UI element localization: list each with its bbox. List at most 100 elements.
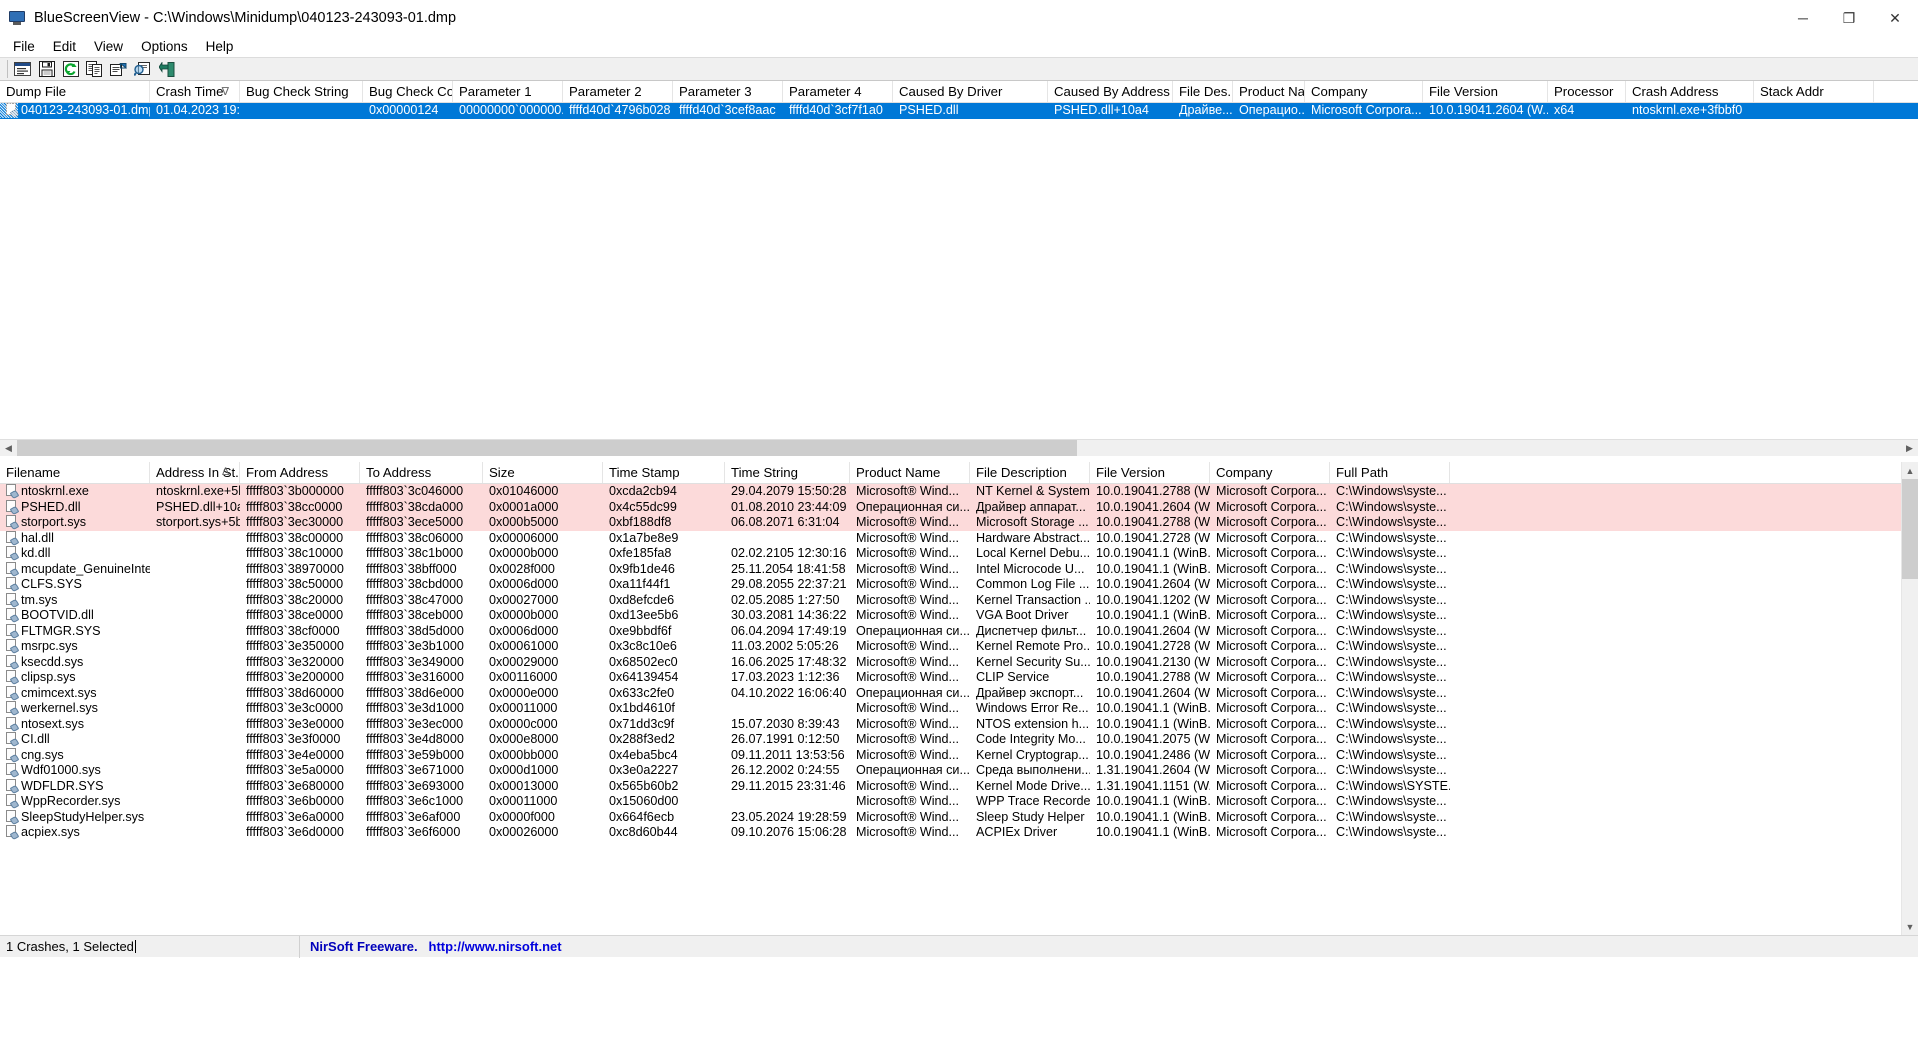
crash-col-5[interactable]: Parameter 2	[563, 81, 673, 102]
driver-row[interactable]: mcupdate_GenuineIntel.dll fffff803`389700…	[0, 561, 1906, 578]
crash-col-13[interactable]: File Version	[1423, 81, 1548, 102]
cell-text: Microsoft Corpora...	[1216, 825, 1327, 839]
crash-list-hscrollbar[interactable]: ◀ ▶	[0, 439, 1918, 456]
driver-col-1[interactable]: Address In St... ∆	[150, 462, 240, 483]
crash-col-1[interactable]: Crash Time ∇	[150, 81, 240, 102]
driver-col-0[interactable]: Filename	[0, 462, 150, 483]
driver-row[interactable]: CI.dll fffff803`3e3f0000 fffff803`3e4d8000…	[0, 732, 1906, 748]
driver-row[interactable]: ksecdd.sys fffff803`3e320000 fffff803`3e34…	[0, 654, 1906, 671]
crash-col-0[interactable]: Dump File	[0, 81, 150, 102]
driver-row[interactable]: WDFLDR.SYS fffff803`3e680000 fffff803`3e69…	[0, 778, 1906, 795]
driver-list-vscrollbar[interactable]: ▲ ▼	[1901, 462, 1918, 935]
crash-row[interactable]: 040123-243093-01.dmp 01.04.2023 19:29:17 0…	[0, 103, 1918, 119]
crash-col-7[interactable]: Parameter 4	[783, 81, 893, 102]
driver-cell: fffff803`38d6e000	[360, 686, 483, 702]
driver-row[interactable]: hal.dll fffff803`38c00000 fffff803`38c0600…	[0, 530, 1906, 547]
driver-row[interactable]: acpiex.sys fffff803`3e6d0000 fffff803`3e6f…	[0, 825, 1906, 841]
crash-col-11[interactable]: Product Na...	[1233, 81, 1305, 102]
menu-help[interactable]: Help	[197, 37, 243, 56]
driver-cell	[150, 717, 240, 733]
crash-list-header[interactable]: Dump File Crash Time ∇ Bug Check String Bug …	[0, 81, 1918, 103]
cell-text: Microsoft® Wind...	[856, 484, 960, 498]
driver-cell: ksecdd.sys	[0, 654, 150, 671]
crash-col-8[interactable]: Caused By Driver	[893, 81, 1048, 102]
driver-cell: 0x0000b000	[483, 608, 603, 624]
driver-col-6[interactable]: Time String	[725, 462, 850, 483]
cell-text: Microsoft Corpora...	[1216, 515, 1327, 529]
driver-row[interactable]: msrpc.sys fffff803`3e350000 fffff803`3e3b1…	[0, 639, 1906, 655]
menu-file[interactable]: File	[4, 37, 44, 56]
driver-row[interactable]: werkernel.sys fffff803`3e3c0000 fffff803`3…	[0, 701, 1906, 717]
driver-cell: 10.0.19041.2788 (W...	[1090, 515, 1210, 531]
find-icon[interactable]	[131, 58, 154, 80]
driver-vscroll-thumb[interactable]	[1902, 479, 1918, 579]
minimize-button[interactable]: ─	[1780, 0, 1826, 36]
driver-row[interactable]: clipsp.sys fffff803`3e200000 fffff803`3e31…	[0, 670, 1906, 686]
driver-col-11[interactable]: Full Path	[1330, 462, 1450, 483]
maximize-button[interactable]: ❐	[1826, 0, 1872, 36]
menu-edit[interactable]: Edit	[44, 37, 85, 56]
driver-row[interactable]: tm.sys fffff803`38c20000 fffff803`38c47000…	[0, 592, 1906, 609]
driver-col-8[interactable]: File Description	[970, 462, 1090, 483]
driver-col-3[interactable]: To Address	[360, 462, 483, 483]
crash-col-4[interactable]: Parameter 1	[453, 81, 563, 102]
cell-text: 1.31.19041.1151 (W...	[1096, 778, 1210, 793]
crash-col-2[interactable]: Bug Check String	[240, 81, 363, 102]
driver-cell: Intel Microcode U...	[970, 562, 1090, 578]
cell-text: 29.04.2079 15:50:28	[731, 484, 847, 498]
driver-col-9[interactable]: File Version	[1090, 462, 1210, 483]
crash-hscroll-track[interactable]	[17, 440, 1901, 456]
driver-row[interactable]: SleepStudyHelper.sys fffff803`3e6a0000 fff…	[0, 809, 1906, 826]
refresh-icon[interactable]	[59, 58, 82, 80]
crash-col-9[interactable]: Caused By Address	[1048, 81, 1173, 102]
scroll-right-arrow[interactable]: ▶	[1901, 440, 1918, 456]
menu-options[interactable]: Options	[132, 37, 197, 56]
driver-row[interactable]: FLTMGR.SYS fffff803`38cf0000 fffff803`38d5…	[0, 623, 1906, 640]
properties-icon[interactable]	[11, 58, 34, 80]
driver-row[interactable]: storport.sys storport.sys+5b660 fffff803`3…	[0, 515, 1906, 531]
driver-row[interactable]: ntoskrnl.exe ntoskrnl.exe+5b99... fffff803…	[0, 484, 1906, 500]
crash-col-3[interactable]: Bug Check Code	[363, 81, 453, 102]
cell-text: Microsoft Corpora...	[1216, 639, 1327, 653]
html-report-icon[interactable]	[107, 58, 130, 80]
crash-hscroll-thumb[interactable]	[17, 440, 1077, 456]
driver-cell: 10.0.19041.1202 (W...	[1090, 593, 1210, 609]
driver-row[interactable]: PSHED.dll PSHED.dll+10a4 fffff803`38cc0000…	[0, 499, 1906, 515]
driver-col-2[interactable]: From Address	[240, 462, 360, 483]
cell-text: fffff803`3e3e0000	[246, 716, 344, 731]
menu-view[interactable]: View	[85, 37, 132, 56]
crash-col-14[interactable]: Processor	[1548, 81, 1626, 102]
exit-icon[interactable]	[155, 58, 178, 80]
driver-vscroll-track[interactable]	[1902, 479, 1918, 918]
driver-row[interactable]: WppRecorder.sys fffff803`3e6b0000 fffff803…	[0, 794, 1906, 810]
copy-icon[interactable]	[83, 58, 106, 80]
nirsoft-url[interactable]: http://www.nirsoft.net	[429, 939, 562, 954]
driver-list-header[interactable]: Filename Address In St... ∆ From Address To …	[0, 462, 1906, 484]
crash-col-10[interactable]: File Des...	[1173, 81, 1233, 102]
driver-col-5[interactable]: Time Stamp	[603, 462, 725, 483]
crash-list[interactable]: Dump File Crash Time ∇ Bug Check String Bug …	[0, 81, 1918, 439]
crash-col-6[interactable]: Parameter 3	[673, 81, 783, 102]
driver-list-body[interactable]: ntoskrnl.exe ntoskrnl.exe+5b99... fffff803…	[0, 484, 1906, 934]
status-brand[interactable]: NirSoft Freeware. http://www.nirsoft.net	[300, 936, 562, 958]
scroll-left-arrow[interactable]: ◀	[0, 440, 17, 456]
driver-row[interactable]: Wdf01000.sys fffff803`3e5a0000 fffff803`3e…	[0, 763, 1906, 779]
crash-col-16[interactable]: Stack Addr	[1754, 81, 1874, 102]
crash-list-body[interactable]: 040123-243093-01.dmp 01.04.2023 19:29:17 0…	[0, 103, 1918, 119]
driver-list[interactable]: Filename Address In St... ∆ From Address To …	[0, 462, 1918, 935]
driver-row[interactable]: kd.dll fffff803`38c10000 fffff803`38c1b000…	[0, 546, 1906, 562]
driver-row[interactable]: cng.sys fffff803`3e4e0000 fffff803`3e59b00…	[0, 747, 1906, 764]
driver-row[interactable]: ntosext.sys fffff803`3e3e0000 fffff803`3e3…	[0, 716, 1906, 733]
save-icon[interactable]	[35, 58, 58, 80]
driver-row[interactable]: CLFS.SYS fffff803`38c50000 fffff803`38cbd0…	[0, 577, 1906, 593]
crash-col-12[interactable]: Company	[1305, 81, 1423, 102]
scroll-down-arrow[interactable]: ▼	[1902, 918, 1918, 935]
driver-col-7[interactable]: Product Name	[850, 462, 970, 483]
driver-row[interactable]: cmimcext.sys fffff803`38d60000 fffff803`38…	[0, 685, 1906, 702]
close-button[interactable]: ✕	[1872, 0, 1918, 36]
crash-col-15[interactable]: Crash Address	[1626, 81, 1754, 102]
driver-col-4[interactable]: Size	[483, 462, 603, 483]
scroll-up-arrow[interactable]: ▲	[1902, 462, 1918, 479]
driver-row[interactable]: BOOTVID.dll fffff803`38ce0000 fffff803`38c…	[0, 608, 1906, 624]
driver-col-10[interactable]: Company	[1210, 462, 1330, 483]
